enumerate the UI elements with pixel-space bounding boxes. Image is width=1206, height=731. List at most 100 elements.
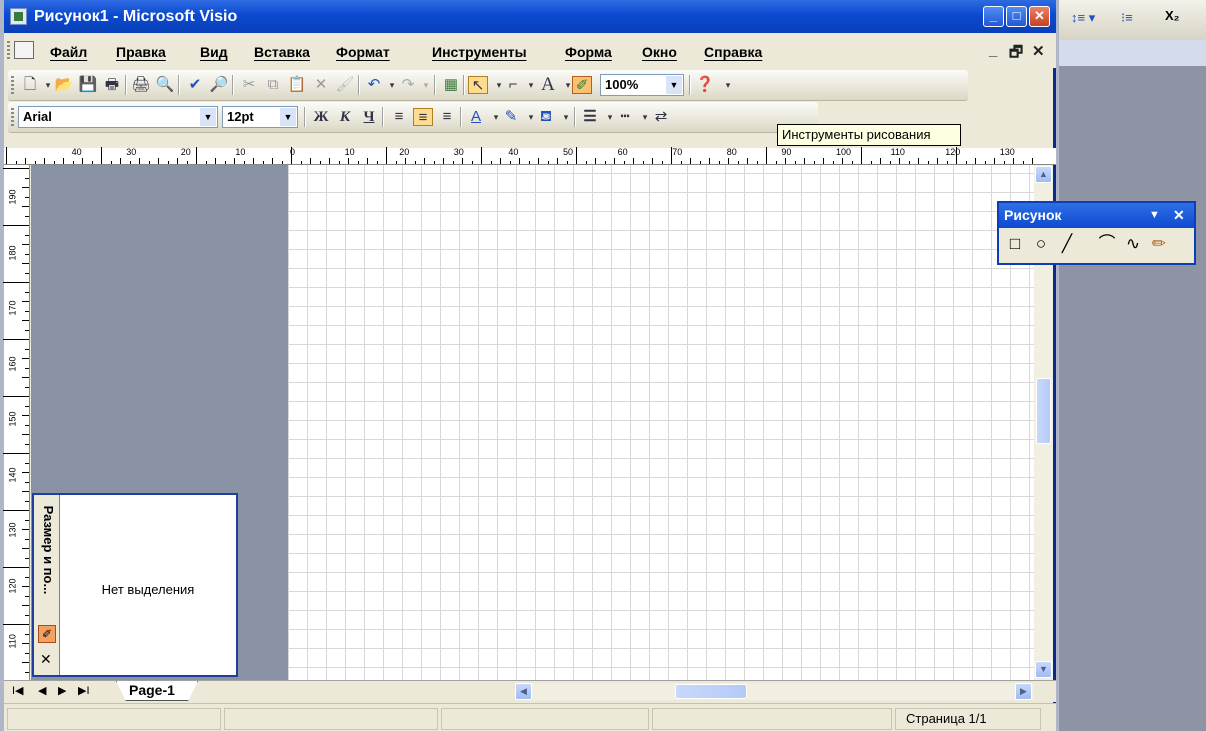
font-size-combo[interactable]: 12pt ▼ bbox=[222, 106, 298, 128]
freeform-tool-icon[interactable]: ∿ bbox=[1123, 234, 1143, 254]
horizontal-ruler[interactable]: 40 30 20 10 0 10 20 30 40 50 60 70 80 90 100 110 120 130 bbox=[4, 147, 1056, 165]
size-panel-close-icon[interactable]: ✕ bbox=[40, 651, 52, 668]
save-icon[interactable]: 💾 bbox=[78, 76, 98, 94]
line-color-icon[interactable]: ✎ bbox=[501, 108, 521, 126]
open-icon[interactable]: 📂 bbox=[54, 76, 74, 94]
menu-file[interactable]: Файл bbox=[50, 44, 87, 60]
status-page-indicator: Страница 1/1 bbox=[895, 708, 1041, 730]
tab-page-1[interactable]: Page-1 bbox=[116, 681, 198, 701]
paste-icon[interactable]: 📋 bbox=[287, 76, 307, 94]
first-page-icon[interactable]: I◀ bbox=[12, 684, 24, 697]
ruler-tick bbox=[386, 147, 387, 164]
toolbar-options-icon[interactable]: ▾ bbox=[718, 76, 738, 94]
line-pattern-icon[interactable]: ┅ bbox=[615, 108, 635, 126]
scroll-up-icon[interactable]: ▲ bbox=[1035, 166, 1052, 183]
drawing-page[interactable] bbox=[288, 165, 1034, 680]
font-combo[interactable]: Arial ▼ bbox=[18, 106, 218, 128]
menu-shape[interactable]: Форма bbox=[565, 44, 612, 60]
scroll-down-icon[interactable]: ▼ bbox=[1035, 661, 1052, 678]
panel-close-icon[interactable]: ✕ bbox=[1173, 203, 1185, 228]
toolbar-grip-2[interactable] bbox=[11, 108, 14, 128]
connector-tool-icon[interactable]: ⌐ bbox=[503, 76, 523, 94]
spelling-icon[interactable]: ✔ bbox=[185, 76, 205, 94]
prev-page-icon[interactable]: ◀ bbox=[38, 684, 46, 697]
align-center-icon[interactable]: ≡ bbox=[413, 108, 433, 126]
vertical-ruler[interactable]: 190 180 170 160 150 140 130 120 110 bbox=[3, 165, 30, 680]
align-left-icon[interactable]: ≡ bbox=[389, 108, 409, 126]
redo-icon[interactable]: ↷ bbox=[398, 76, 418, 94]
horizontal-scroll-thumb[interactable] bbox=[675, 684, 747, 699]
drawing-tools-icon[interactable]: ✐ bbox=[572, 76, 592, 94]
pencil-tool-icon[interactable]: ✏ bbox=[1149, 234, 1169, 254]
print-preview-icon[interactable]: 🔍 bbox=[155, 76, 175, 94]
research-icon[interactable]: 🔎 bbox=[209, 76, 229, 94]
redo-dropdown-icon[interactable]: ▾ bbox=[416, 76, 436, 94]
help-icon[interactable]: ❓ bbox=[695, 76, 715, 94]
zoom-dropdown-icon[interactable]: ▼ bbox=[666, 76, 682, 94]
pointer-tool-icon[interactable]: ↖ bbox=[468, 76, 488, 94]
new-icon[interactable]: 🗋 bbox=[20, 76, 40, 94]
toolbar-grip[interactable] bbox=[11, 76, 14, 96]
maximize-button[interactable]: □ bbox=[1006, 6, 1027, 27]
copy-icon[interactable]: ⧉ bbox=[263, 76, 283, 94]
undo-icon[interactable]: ↶ bbox=[364, 76, 384, 94]
minimize-button[interactable]: _ bbox=[983, 6, 1004, 27]
italic-button[interactable]: К bbox=[335, 108, 355, 126]
visio-app-icon[interactable] bbox=[10, 8, 27, 25]
next-page-icon[interactable]: ▶ bbox=[58, 684, 66, 697]
title-bar[interactable]: Рисунок1 - Microsoft Visio _ □ ✕ bbox=[4, 0, 1056, 33]
line-ends-icon[interactable]: ⇄ bbox=[651, 108, 671, 126]
ruler-label: 60 bbox=[617, 147, 628, 157]
font-color-icon[interactable]: A bbox=[466, 108, 486, 126]
permission-icon[interactable]: 🖶 bbox=[102, 76, 122, 94]
arc-tool-icon[interactable]: ⌒ bbox=[1097, 234, 1117, 254]
zoom-combo[interactable]: 100% ▼ bbox=[600, 74, 684, 96]
panel-menu-icon[interactable]: ▼ bbox=[1149, 203, 1160, 228]
underline-button[interactable]: Ч bbox=[359, 108, 379, 126]
ruler-tick bbox=[871, 161, 872, 164]
delete-icon[interactable]: ✕ bbox=[311, 76, 331, 94]
ellipse-tool-icon[interactable]: ○ bbox=[1031, 234, 1051, 254]
ruler-label: 160 bbox=[7, 355, 18, 371]
menu-view[interactable]: Вид bbox=[200, 44, 228, 60]
line-weight-icon[interactable]: ☰ bbox=[580, 108, 600, 126]
shapes-icon[interactable]: ▦ bbox=[441, 76, 461, 94]
mdi-minimize-button[interactable]: _ bbox=[989, 42, 997, 59]
menu-insert[interactable]: Вставка bbox=[254, 44, 310, 60]
drawing-toolbar-title-bar[interactable]: Рисунок ▼ ✕ bbox=[999, 203, 1194, 228]
rectangle-tool-icon[interactable]: □ bbox=[1005, 234, 1025, 254]
ruler-tick bbox=[22, 377, 29, 378]
menu-format[interactable]: Формат bbox=[336, 44, 390, 60]
cut-icon[interactable]: ✂ bbox=[239, 76, 259, 94]
mdi-restore-button[interactable]: 🗗 bbox=[1009, 42, 1023, 67]
font-dropdown-icon[interactable]: ▼ bbox=[200, 108, 216, 126]
line-tool-icon[interactable]: ╱ bbox=[1057, 234, 1077, 254]
menu-help[interactable]: Справка bbox=[704, 44, 762, 60]
line-spacing-icon[interactable]: ↕≡ ▾ bbox=[1071, 10, 1095, 26]
ruler-tick bbox=[890, 161, 891, 164]
list-icon[interactable]: ⁝≡ bbox=[1121, 10, 1133, 26]
ruler-tick bbox=[975, 158, 976, 164]
menu-window[interactable]: Окно bbox=[642, 44, 677, 60]
horizontal-scrollbar[interactable]: ◀ ▶ bbox=[515, 683, 1034, 700]
menu-edit[interactable]: Правка bbox=[116, 44, 166, 60]
last-page-icon[interactable]: ▶I bbox=[78, 684, 90, 697]
text-tool-icon[interactable]: A bbox=[538, 75, 558, 94]
print-icon[interactable]: 🖨 bbox=[131, 76, 151, 94]
fill-color-dropdown-icon[interactable]: ▾ bbox=[556, 108, 576, 126]
bold-button[interactable]: Ж bbox=[311, 108, 331, 126]
scroll-right-icon[interactable]: ▶ bbox=[1015, 683, 1032, 700]
subscript-icon[interactable]: X₂ bbox=[1165, 8, 1179, 23]
vertical-scroll-thumb[interactable] bbox=[1036, 378, 1051, 444]
font-size-dropdown-icon[interactable]: ▼ bbox=[280, 108, 296, 126]
menu-grip[interactable] bbox=[7, 41, 10, 61]
menu-tools[interactable]: Инструменты bbox=[432, 44, 527, 60]
scroll-left-icon[interactable]: ◀ bbox=[515, 683, 532, 700]
format-painter-icon[interactable]: 🖌 bbox=[335, 76, 355, 94]
mdi-close-button[interactable]: ✕ bbox=[1032, 42, 1045, 60]
document-icon[interactable] bbox=[14, 41, 34, 59]
fill-color-icon[interactable]: ⛾ bbox=[536, 108, 556, 126]
pin-icon[interactable]: ✐ bbox=[38, 625, 56, 643]
close-button[interactable]: ✕ bbox=[1029, 6, 1050, 27]
align-right-icon[interactable]: ≡ bbox=[437, 108, 457, 126]
